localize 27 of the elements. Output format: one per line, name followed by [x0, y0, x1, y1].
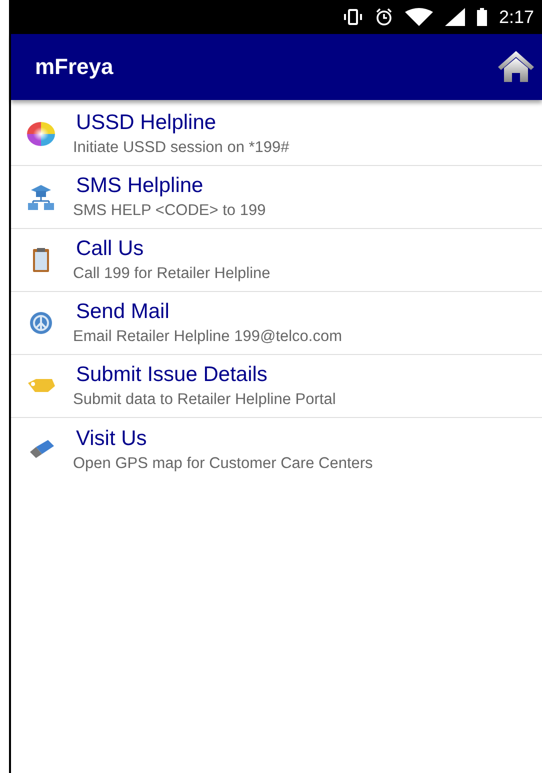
- hierarchy-icon: [26, 184, 56, 210]
- item-title: Call Us: [75, 236, 145, 262]
- item-subtitle: Submit data to Retailer Helpline Portal: [73, 390, 336, 410]
- item-title: SMS Helpline: [75, 173, 204, 199]
- wifi-icon: [404, 8, 433, 26]
- item-title: Send Mail: [75, 299, 170, 325]
- list-item[interactable]: USSD Helpline Initiate USSD session on *199#: [11, 103, 542, 166]
- item-subtitle: Initiate USSD session on *199#: [73, 138, 290, 158]
- list-item[interactable]: Call Us Call 199 for Retailer Helpline: [11, 229, 542, 292]
- alarm-icon: [374, 8, 393, 26]
- list-item[interactable]: Visit Us Open GPS map for Customer Care Centers: [11, 418, 542, 481]
- color-wheel-icon: [26, 121, 56, 147]
- item-subtitle: SMS HELP <CODE> to 199: [73, 201, 266, 221]
- item-subtitle: Call 199 for Retailer Helpline: [73, 264, 270, 284]
- item-title: Submit Issue Details: [75, 362, 268, 388]
- vibrate-icon: [342, 9, 363, 25]
- signal-icon: [444, 8, 465, 26]
- app-title: mFreya: [35, 54, 114, 80]
- list-item[interactable]: SMS Helpline SMS HELP <CODE> to 199: [11, 166, 542, 229]
- item-title: USSD Helpline: [75, 110, 218, 136]
- item-title: Visit Us: [75, 426, 148, 452]
- list-item[interactable]: Submit Issue Details Submit data to Retailer Helpline Portal: [11, 355, 542, 418]
- battery-icon: [476, 8, 487, 26]
- item-subtitle: Open GPS map for Customer Care Centers: [73, 454, 373, 474]
- status-time: 2:17: [498, 6, 534, 28]
- list-item[interactable]: Send Mail Email Retailer Helpline 199@telco.com: [11, 292, 542, 355]
- item-subtitle: Email Retailer Helpline 199@telco.com: [73, 327, 342, 347]
